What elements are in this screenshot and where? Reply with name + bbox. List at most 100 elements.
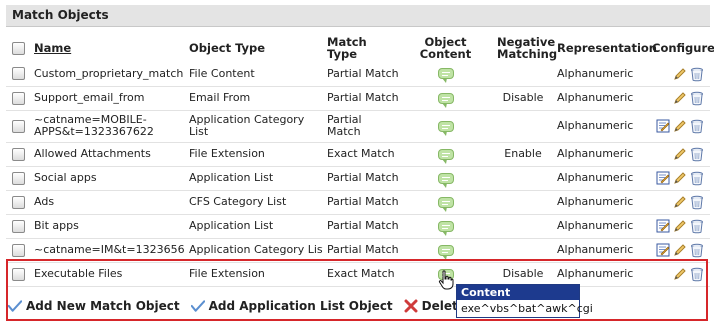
edit-icon[interactable] (673, 67, 687, 81)
row-object-type: CFS Category List (185, 190, 323, 215)
content-tooltip: Content exe^vbs^bat^awk^cgi (456, 284, 593, 318)
row-object-type: Application Category List (185, 238, 323, 263)
edit-icon[interactable] (673, 195, 687, 209)
row-negative-matching (493, 166, 553, 191)
row-checkbox[interactable] (11, 67, 25, 81)
table-row: Ads CFS Category List Partial Match Alphanu… (6, 190, 710, 215)
row-negative-matching (493, 238, 553, 263)
row-object-content (398, 62, 493, 87)
row-negative-matching (493, 62, 553, 87)
section-title: Match Objects (6, 5, 710, 27)
add-application-list-label: Add Application List Object (208, 299, 393, 313)
delete-icon[interactable] (690, 67, 704, 81)
row-object-type: File Content (185, 62, 323, 87)
row-select-cell (6, 86, 30, 111)
content-bubble-icon[interactable] (437, 196, 454, 212)
notes-icon[interactable] (656, 171, 670, 185)
delete-icon[interactable] (690, 267, 704, 282)
row-checkbox[interactable] (11, 91, 25, 105)
row-match-type: Partial Match (323, 238, 398, 263)
table-row: Allowed Attachments File Extension Exact M… (6, 142, 710, 167)
row-checkbox[interactable] (11, 243, 25, 257)
row-name: Executable Files (30, 262, 185, 287)
row-select-cell (6, 62, 30, 87)
select-all-checkbox[interactable] (11, 41, 25, 55)
row-object-content (398, 86, 493, 111)
delete-icon[interactable] (690, 219, 704, 234)
row-object-type: File Extension (185, 142, 323, 167)
row-name: Social apps (30, 166, 185, 191)
row-select-cell (6, 262, 30, 287)
notes-icon[interactable] (656, 119, 670, 133)
row-name: Custom_proprietary_match (30, 62, 185, 87)
row-representation: Alphanumeric (553, 262, 648, 287)
row-name: Support_email_from (30, 86, 185, 111)
delete-icon[interactable] (690, 119, 704, 134)
notes-icon[interactable] (656, 219, 670, 233)
row-object-type: Application List (185, 166, 323, 191)
edit-icon[interactable] (673, 267, 687, 281)
row-match-type: Partial Match (323, 62, 398, 87)
edit-icon[interactable] (673, 243, 687, 257)
table-row: ~catname=MOBILE-APPS&t=1323367622 Applica… (6, 110, 710, 143)
edit-icon[interactable] (673, 219, 687, 233)
delete-icon[interactable] (690, 147, 704, 162)
row-match-type: Partial Match (323, 214, 398, 239)
row-match-type: Partial Match (323, 166, 398, 191)
delete-icon[interactable] (690, 91, 704, 106)
row-representation: Alphanumeric (553, 62, 648, 87)
row-match-type: Partial Match (323, 190, 398, 215)
row-negative-matching: Disable (493, 262, 553, 287)
content-bubble-icon[interactable] (437, 220, 454, 236)
content-bubble-icon[interactable] (437, 68, 454, 84)
row-match-type: Exact Match (323, 262, 398, 287)
tooltip-title: Content (457, 285, 579, 300)
row-select-cell (6, 214, 30, 239)
delete-icon[interactable] (690, 243, 704, 258)
add-application-list-button[interactable]: Add Application List Object (190, 299, 393, 313)
row-checkbox[interactable] (11, 171, 25, 185)
edit-icon[interactable] (673, 91, 687, 105)
delete-x-icon (404, 299, 418, 313)
hand-cursor-icon (438, 270, 454, 290)
edit-icon[interactable] (673, 147, 687, 161)
row-select-cell (6, 190, 30, 215)
add-match-object-button[interactable]: Add New Match Object (8, 299, 180, 313)
content-bubble-icon[interactable] (437, 120, 454, 136)
row-configure (648, 142, 710, 167)
row-object-content (398, 110, 493, 143)
row-match-type: Exact Match (323, 142, 398, 167)
name-sort-link[interactable]: Name (34, 41, 71, 55)
row-object-type: Application Category List (185, 110, 323, 143)
delete-icon[interactable] (690, 195, 704, 210)
row-checkbox[interactable] (11, 119, 25, 133)
column-object-type: Object Type (189, 41, 266, 55)
column-name[interactable]: Name (30, 34, 185, 62)
select-all-cell (6, 34, 30, 62)
delete-icon[interactable] (690, 171, 704, 186)
content-bubble-icon[interactable] (437, 148, 454, 164)
row-name: Allowed Attachments (30, 142, 185, 167)
table-row: Support_email_from Email From Partial Matc… (6, 86, 710, 111)
edit-icon[interactable] (673, 119, 687, 133)
content-bubble-icon[interactable] (437, 172, 454, 188)
row-checkbox[interactable] (11, 267, 25, 281)
column-configure: Configure (652, 41, 714, 55)
table-row: Custom_proprietary_match File Content Part… (6, 62, 710, 87)
table-row: Social apps Application List Partial Match… (6, 166, 710, 191)
row-checkbox[interactable] (11, 147, 25, 161)
row-name: ~catname=IM&t=1323656154 (30, 238, 185, 263)
row-object-content (398, 166, 493, 191)
row-object-content (398, 142, 493, 167)
row-match-type: Partial Match (323, 110, 398, 143)
content-bubble-icon[interactable] (437, 244, 454, 260)
edit-icon[interactable] (673, 171, 687, 185)
row-configure (648, 262, 710, 287)
row-checkbox[interactable] (11, 219, 25, 233)
notes-icon[interactable] (656, 243, 670, 257)
row-match-type: Partial Match (323, 86, 398, 111)
row-configure (648, 110, 710, 143)
row-checkbox[interactable] (11, 195, 25, 209)
content-bubble-icon[interactable] (437, 92, 454, 108)
row-name: ~catname=MOBILE-APPS&t=1323367622 (30, 110, 185, 143)
